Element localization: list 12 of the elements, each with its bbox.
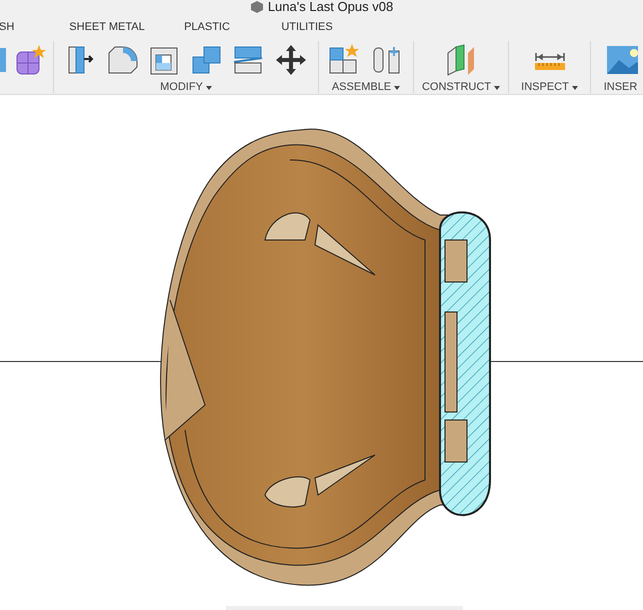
cube-icon (250, 0, 264, 14)
toolbar-group-menu[interactable]: CONSTRUCT (422, 82, 500, 93)
cube-sparkle-icon[interactable] (14, 43, 48, 77)
toolbar-group-menu[interactable]: INSPECT (521, 82, 578, 93)
ribbon-tab[interactable]: SHEET METAL (57, 18, 157, 36)
toolbar-group-menu[interactable]: ASSEMBLE (332, 82, 400, 93)
ribbon-tab[interactable]: PLASTIC (157, 18, 257, 36)
toolbar-group-menu[interactable]: MODIFY (160, 82, 212, 93)
toolbar-group-menu[interactable]: INSER (604, 82, 638, 93)
window-title: Luna's Last Opus v08 (268, 0, 394, 16)
ribbon-tab[interactable]: UTILITIES (257, 18, 357, 36)
move-icon[interactable] (274, 43, 308, 77)
